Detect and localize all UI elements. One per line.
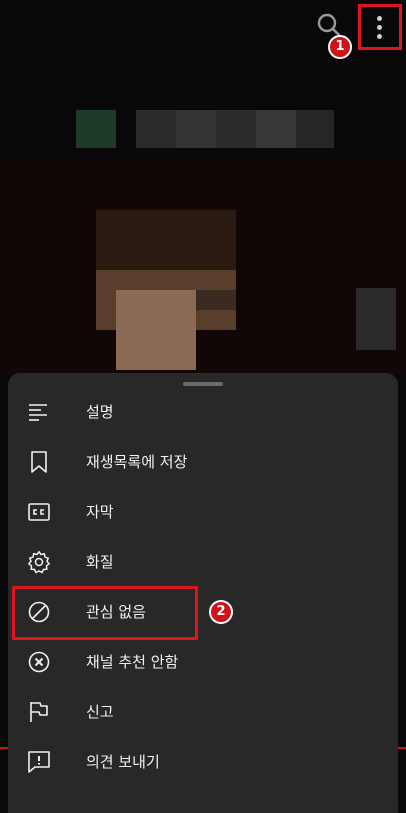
more-vert-icon xyxy=(377,25,382,30)
progress-bar-edge xyxy=(0,747,8,749)
menu-item-label: 화질 xyxy=(86,553,114,571)
menu-item-label: 신고 xyxy=(86,703,114,721)
more-vert-icon xyxy=(377,34,382,39)
step-badge-2: 2 xyxy=(209,600,233,624)
progress-bar-edge xyxy=(398,747,406,749)
menu-item-description[interactable]: 설명 xyxy=(8,387,398,437)
step-badge-1: 1 xyxy=(328,35,352,59)
closed-captions-icon xyxy=(27,500,51,524)
menu-item-label: 의견 보내기 xyxy=(86,753,160,771)
mosaic-block xyxy=(176,110,216,148)
mosaic-block xyxy=(96,210,236,270)
menu-item-report[interactable]: 신고 xyxy=(8,687,398,737)
mosaic-block xyxy=(216,110,256,148)
flag-icon xyxy=(27,700,51,724)
menu-item-label: 설명 xyxy=(86,403,114,421)
bookmark-icon xyxy=(27,450,51,474)
menu-item-send-feedback[interactable]: 의견 보내기 xyxy=(8,737,398,787)
mosaic-block xyxy=(196,290,236,310)
more-vert-icon xyxy=(377,16,382,21)
mosaic-block xyxy=(116,290,196,370)
player-top-bar: 1 xyxy=(0,0,406,60)
mosaic-block xyxy=(356,288,396,350)
feedback-icon xyxy=(27,750,51,774)
menu-item-label: 채널 추천 안함 xyxy=(86,653,179,671)
mosaic-block xyxy=(256,110,296,148)
description-icon xyxy=(27,400,51,424)
mosaic-block xyxy=(76,110,116,148)
mosaic-block xyxy=(296,110,334,148)
block-channel-icon xyxy=(27,650,51,674)
mosaic-block xyxy=(136,110,176,148)
menu-item-dont-recommend-channel[interactable]: 채널 추천 안함 xyxy=(8,637,398,687)
menu-item-label: 자막 xyxy=(86,503,114,521)
menu-item-label: 재생목록에 저장 xyxy=(86,453,188,471)
gear-icon xyxy=(27,550,51,574)
highlight-not-interested xyxy=(12,586,198,640)
menu-item-captions[interactable]: 자막 xyxy=(8,487,398,537)
menu-item-quality[interactable]: 화질 xyxy=(8,537,398,587)
menu-item-save-to-playlist[interactable]: 재생목록에 저장 xyxy=(8,437,398,487)
drag-handle[interactable] xyxy=(183,382,223,386)
more-options-button[interactable] xyxy=(358,4,402,50)
